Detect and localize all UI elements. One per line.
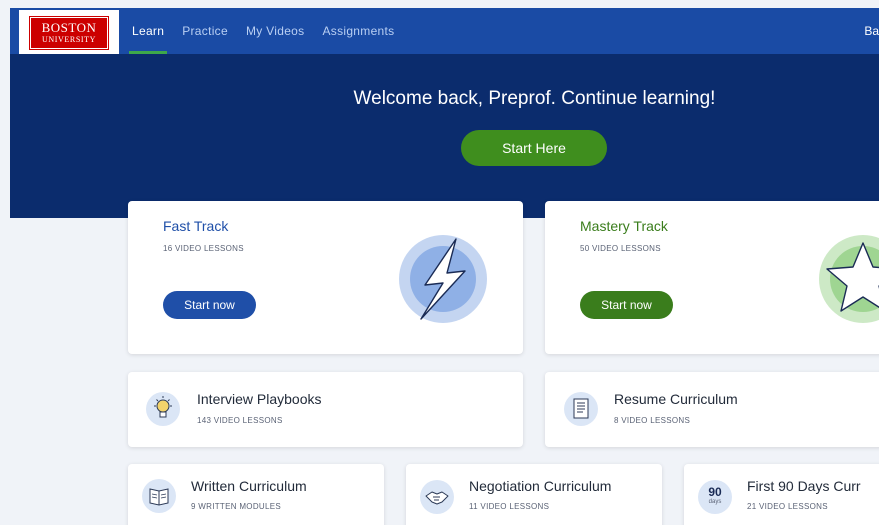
- book-icon: [142, 479, 176, 513]
- curriculum-title: Negotiation Curriculum: [469, 478, 612, 494]
- first-90-days-card[interactable]: 90 days First 90 Days Curr 21 VIDEO LESS…: [684, 464, 879, 525]
- ninety-days-unit: days: [708, 499, 722, 505]
- curriculum-lesson-count: 9 WRITTEN MODULES: [191, 502, 281, 511]
- lightbulb-icon: [146, 392, 180, 426]
- top-navigation-bar: BOSTON UNIVERSITY Learn Practice My Vide…: [10, 8, 879, 54]
- curriculum-title: Interview Playbooks: [197, 391, 322, 407]
- logo-mark: BOSTON UNIVERSITY: [29, 16, 109, 50]
- resume-curriculum-card[interactable]: Resume Curriculum 8 VIDEO LESSONS: [545, 372, 879, 447]
- fast-track-card[interactable]: Fast Track 16 VIDEO LESSONS Start now: [128, 201, 523, 354]
- nav-learn[interactable]: Learn: [123, 8, 173, 54]
- document-icon: [564, 392, 598, 426]
- fast-track-start-button[interactable]: Start now: [163, 291, 256, 319]
- mastery-track-start-button[interactable]: Start now: [580, 291, 673, 319]
- ninety-days-number: 90: [708, 485, 722, 499]
- negotiation-curriculum-card[interactable]: Negotiation Curriculum 11 VIDEO LESSONS: [406, 464, 662, 525]
- nav-right-menu[interactable]: Ba: [864, 8, 879, 54]
- curriculum-lesson-count: 11 VIDEO LESSONS: [469, 502, 550, 511]
- logo-line-2: UNIVERSITY: [42, 35, 96, 44]
- logo-line-1: BOSTON: [41, 20, 97, 35]
- handshake-icon: [420, 480, 454, 514]
- written-curriculum-card[interactable]: Written Curriculum 9 WRITTEN MODULES: [128, 464, 384, 525]
- curriculum-title: Written Curriculum: [191, 478, 307, 494]
- ninety-days-icon: 90 days: [698, 480, 732, 514]
- interview-playbooks-card[interactable]: Interview Playbooks 143 VIDEO LESSONS: [128, 372, 523, 447]
- nav-my-videos[interactable]: My Videos: [237, 8, 314, 54]
- fast-track-title: Fast Track: [163, 218, 229, 234]
- mastery-track-title: Mastery Track: [580, 218, 668, 234]
- star-icon: [819, 235, 879, 323]
- main-nav: Learn Practice My Videos Assignments: [123, 8, 403, 54]
- curriculum-lesson-count: 143 VIDEO LESSONS: [197, 416, 283, 425]
- fast-track-lesson-count: 16 VIDEO LESSONS: [163, 244, 244, 253]
- curriculum-lesson-count: 8 VIDEO LESSONS: [614, 416, 691, 425]
- welcome-heading: Welcome back, Preprof. Continue learning…: [353, 88, 716, 109]
- mastery-track-card[interactable]: Mastery Track 50 VIDEO LESSONS Start now: [545, 201, 879, 354]
- curriculum-title: Resume Curriculum: [614, 391, 738, 407]
- nav-practice[interactable]: Practice: [173, 8, 237, 54]
- start-here-button[interactable]: Start Here: [461, 130, 607, 166]
- boston-university-logo[interactable]: BOSTON UNIVERSITY: [19, 10, 119, 54]
- lightning-icon: [399, 235, 487, 323]
- curriculum-lesson-count: 21 VIDEO LESSONS: [747, 502, 828, 511]
- nav-assignments[interactable]: Assignments: [313, 8, 403, 54]
- hero-banner: Welcome back, Preprof. Continue learning…: [10, 54, 879, 218]
- mastery-track-lesson-count: 50 VIDEO LESSONS: [580, 244, 661, 253]
- curriculum-title: First 90 Days Curr: [747, 478, 861, 494]
